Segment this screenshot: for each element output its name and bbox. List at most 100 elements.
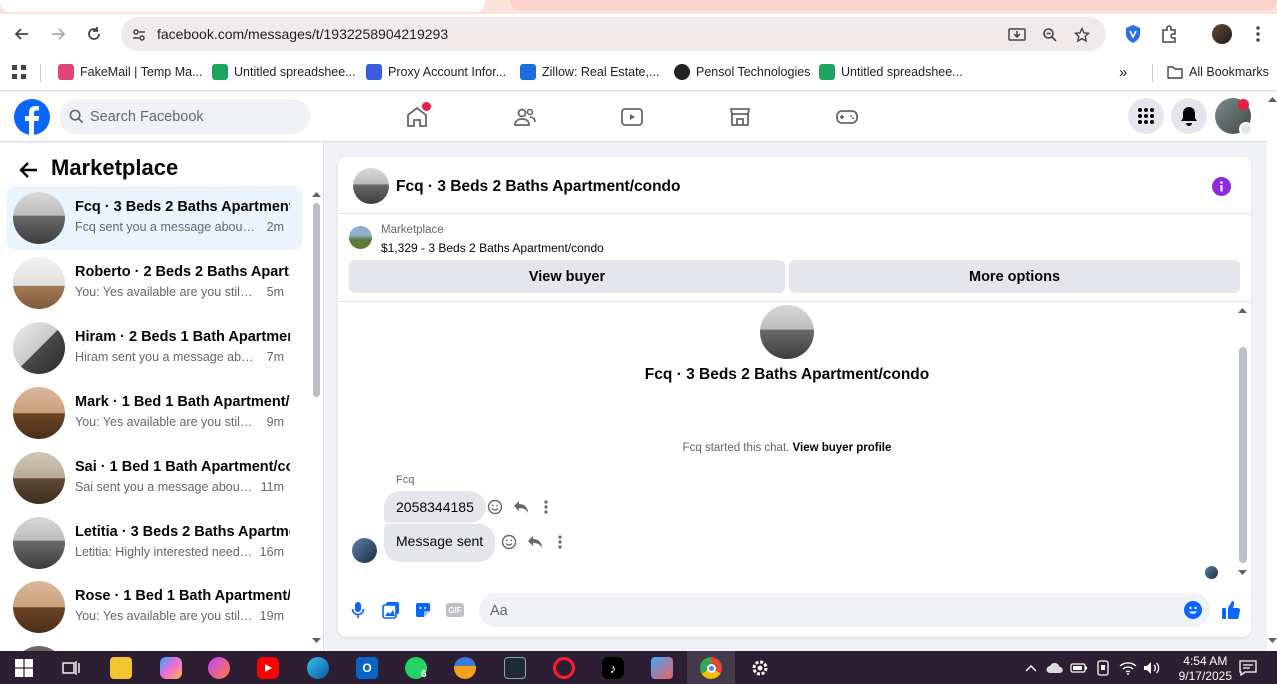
task-view-icon[interactable] xyxy=(60,657,82,679)
chat-avatar[interactable] xyxy=(353,168,389,204)
react-emoji-icon[interactable] xyxy=(500,533,518,551)
bookmark-star-icon[interactable] xyxy=(1072,25,1092,45)
info-icon[interactable] xyxy=(1212,177,1231,196)
install-app-icon[interactable] xyxy=(1007,25,1027,45)
facebook-search-input[interactable]: Search Facebook xyxy=(59,99,310,134)
windows-start-icon[interactable] xyxy=(13,657,35,679)
all-bookmarks[interactable]: All Bookmarks xyxy=(1167,63,1269,81)
profile-avatar-icon[interactable] xyxy=(1210,22,1234,46)
bookmark-1[interactable]: Untitled spreadshee... xyxy=(212,63,356,81)
outlook-icon[interactable]: O xyxy=(356,657,378,679)
conversation-item[interactable]: Letitia · 3 Beds 2 Baths Apartme... Leti… xyxy=(7,511,302,575)
gif-icon[interactable]: GIF xyxy=(445,600,465,620)
listing-thumbnail[interactable] xyxy=(349,226,372,249)
react-emoji-icon[interactable] xyxy=(486,498,504,516)
back-icon[interactable] xyxy=(10,22,34,46)
friends-icon[interactable] xyxy=(512,104,538,130)
conversation-item[interactable]: Sai · 1 Bed 1 Bath Apartment/co... Sai s… xyxy=(7,446,302,510)
onedrive-cloud-icon[interactable] xyxy=(1044,657,1066,679)
marketplace-icon[interactable] xyxy=(727,104,753,130)
menu-grid-icon[interactable] xyxy=(1128,98,1164,134)
notification-center-icon[interactable] xyxy=(1237,657,1259,679)
bookmark-3[interactable]: Zillow: Real Estate,... xyxy=(520,63,659,81)
vpn-shield-icon[interactable] xyxy=(1121,22,1145,46)
notifications-bell-icon[interactable] xyxy=(1171,98,1207,134)
scroll-down-icon[interactable] xyxy=(1268,638,1277,644)
system-clock[interactable]: 4:54 AM 9/17/2025 xyxy=(1179,654,1232,684)
wifi-icon[interactable] xyxy=(1117,657,1139,679)
settings-gear-icon[interactable] xyxy=(749,657,771,679)
scroll-up-icon[interactable] xyxy=(312,191,321,197)
scroll-up-icon[interactable] xyxy=(1238,307,1247,313)
facebook-logo-icon[interactable] xyxy=(14,99,50,135)
extensions-icon[interactable] xyxy=(1157,22,1181,46)
photo-icon[interactable] xyxy=(381,600,401,620)
browser-menu-icon[interactable] xyxy=(1246,22,1270,46)
scroll-up-icon[interactable] xyxy=(1268,96,1277,102)
thread-scrollbar[interactable] xyxy=(1235,303,1251,581)
scroll-down-icon[interactable] xyxy=(312,638,321,644)
microsoft-store-icon[interactable] xyxy=(651,657,673,679)
view-buyer-profile-link[interactable]: View buyer profile xyxy=(793,442,892,454)
sender-avatar[interactable] xyxy=(352,538,377,563)
more-options-button[interactable]: More options xyxy=(789,260,1240,293)
view-buyer-button[interactable]: View buyer xyxy=(349,260,785,293)
reply-icon[interactable] xyxy=(512,498,530,516)
microphone-icon[interactable] xyxy=(348,600,368,620)
copilot-icon[interactable] xyxy=(160,657,182,679)
account-avatar[interactable] xyxy=(1215,98,1253,136)
tiktok-icon[interactable]: ♪ xyxy=(602,657,624,679)
show-hidden-icons-chevron-up-icon[interactable] xyxy=(1020,657,1042,679)
more-actions-icon[interactable] xyxy=(551,533,569,551)
youtube-icon[interactable] xyxy=(257,657,279,679)
conversation-list-scrollbar[interactable] xyxy=(311,191,321,646)
conversation-item[interactable]: Rose · 1 Bed 1 Bath Apartment/c... You: … xyxy=(7,575,302,639)
emoji-icon[interactable] xyxy=(1184,601,1202,619)
message-bubble[interactable]: 2058344185 xyxy=(384,491,486,523)
chat-title[interactable]: Fcq · 3 Beds 2 Baths Apartment/condo xyxy=(396,178,681,196)
bookmark-4[interactable]: Pensol Technologies xyxy=(674,63,810,81)
volume-icon[interactable] xyxy=(1141,657,1163,679)
scroll-down-icon[interactable] xyxy=(1238,570,1247,576)
device-icon[interactable] xyxy=(1092,657,1114,679)
video-icon[interactable] xyxy=(619,104,645,130)
conversation-item[interactable] xyxy=(7,640,302,651)
url-text[interactable]: facebook.com/messages/t/1932258904219293 xyxy=(157,26,448,42)
sticker-icon[interactable] xyxy=(413,600,433,620)
chrome-browser-icon[interactable] xyxy=(700,657,722,679)
forward-icon[interactable] xyxy=(46,22,70,46)
thread-avatar[interactable] xyxy=(760,305,814,359)
home-icon[interactable] xyxy=(404,102,431,130)
gaming-icon[interactable] xyxy=(834,104,860,130)
apps-grid-icon[interactable] xyxy=(11,63,27,81)
more-bookmarks-icon[interactable]: » xyxy=(1119,63,1127,81)
page-scrollbar[interactable] xyxy=(1267,92,1277,651)
zoom-icon[interactable] xyxy=(1040,25,1060,45)
site-info-icon[interactable] xyxy=(129,25,149,45)
address-bar[interactable]: facebook.com/messages/t/1932258904219293 xyxy=(121,17,1106,51)
conversation-item[interactable]: Roberto · 2 Beds 2 Baths Apart... You: Y… xyxy=(7,251,302,315)
opera-browser-icon[interactable] xyxy=(553,657,575,679)
message-input[interactable]: Aa xyxy=(479,593,1210,627)
like-thumb-icon[interactable] xyxy=(1221,600,1241,620)
edge-browser-icon[interactable] xyxy=(307,657,329,679)
app-icon[interactable] xyxy=(208,657,230,679)
reply-icon[interactable] xyxy=(526,533,544,551)
file-explorer-icon[interactable] xyxy=(110,657,132,679)
message-bubble[interactable]: Message sent xyxy=(384,524,496,562)
active-tab[interactable] xyxy=(0,0,485,12)
conversation-item[interactable]: Fcq · 3 Beds 2 Baths Apartment/... Fcq s… xyxy=(7,186,302,250)
inactive-tab[interactable] xyxy=(510,0,1277,10)
reload-icon[interactable] xyxy=(82,22,106,46)
scrollbar-thumb[interactable] xyxy=(1239,347,1247,563)
app-icon[interactable] xyxy=(504,657,526,679)
back-arrow-icon[interactable] xyxy=(18,159,40,181)
more-actions-icon[interactable] xyxy=(537,498,555,516)
whatsapp-icon[interactable]: 6 xyxy=(405,657,427,680)
listing-description[interactable]: $1,329 - 3 Beds 2 Baths Apartment/condo xyxy=(381,241,604,255)
conversation-item[interactable]: Hiram · 2 Beds 1 Bath Apartmen... Hiram … xyxy=(7,316,302,380)
conversation-item[interactable]: Mark · 1 Bed 1 Bath Apartment/... You: Y… xyxy=(7,381,302,445)
scrollbar-thumb[interactable] xyxy=(313,203,320,397)
battery-icon[interactable] xyxy=(1068,657,1090,679)
bookmark-0[interactable]: FakeMail | Temp Ma... xyxy=(58,63,203,81)
